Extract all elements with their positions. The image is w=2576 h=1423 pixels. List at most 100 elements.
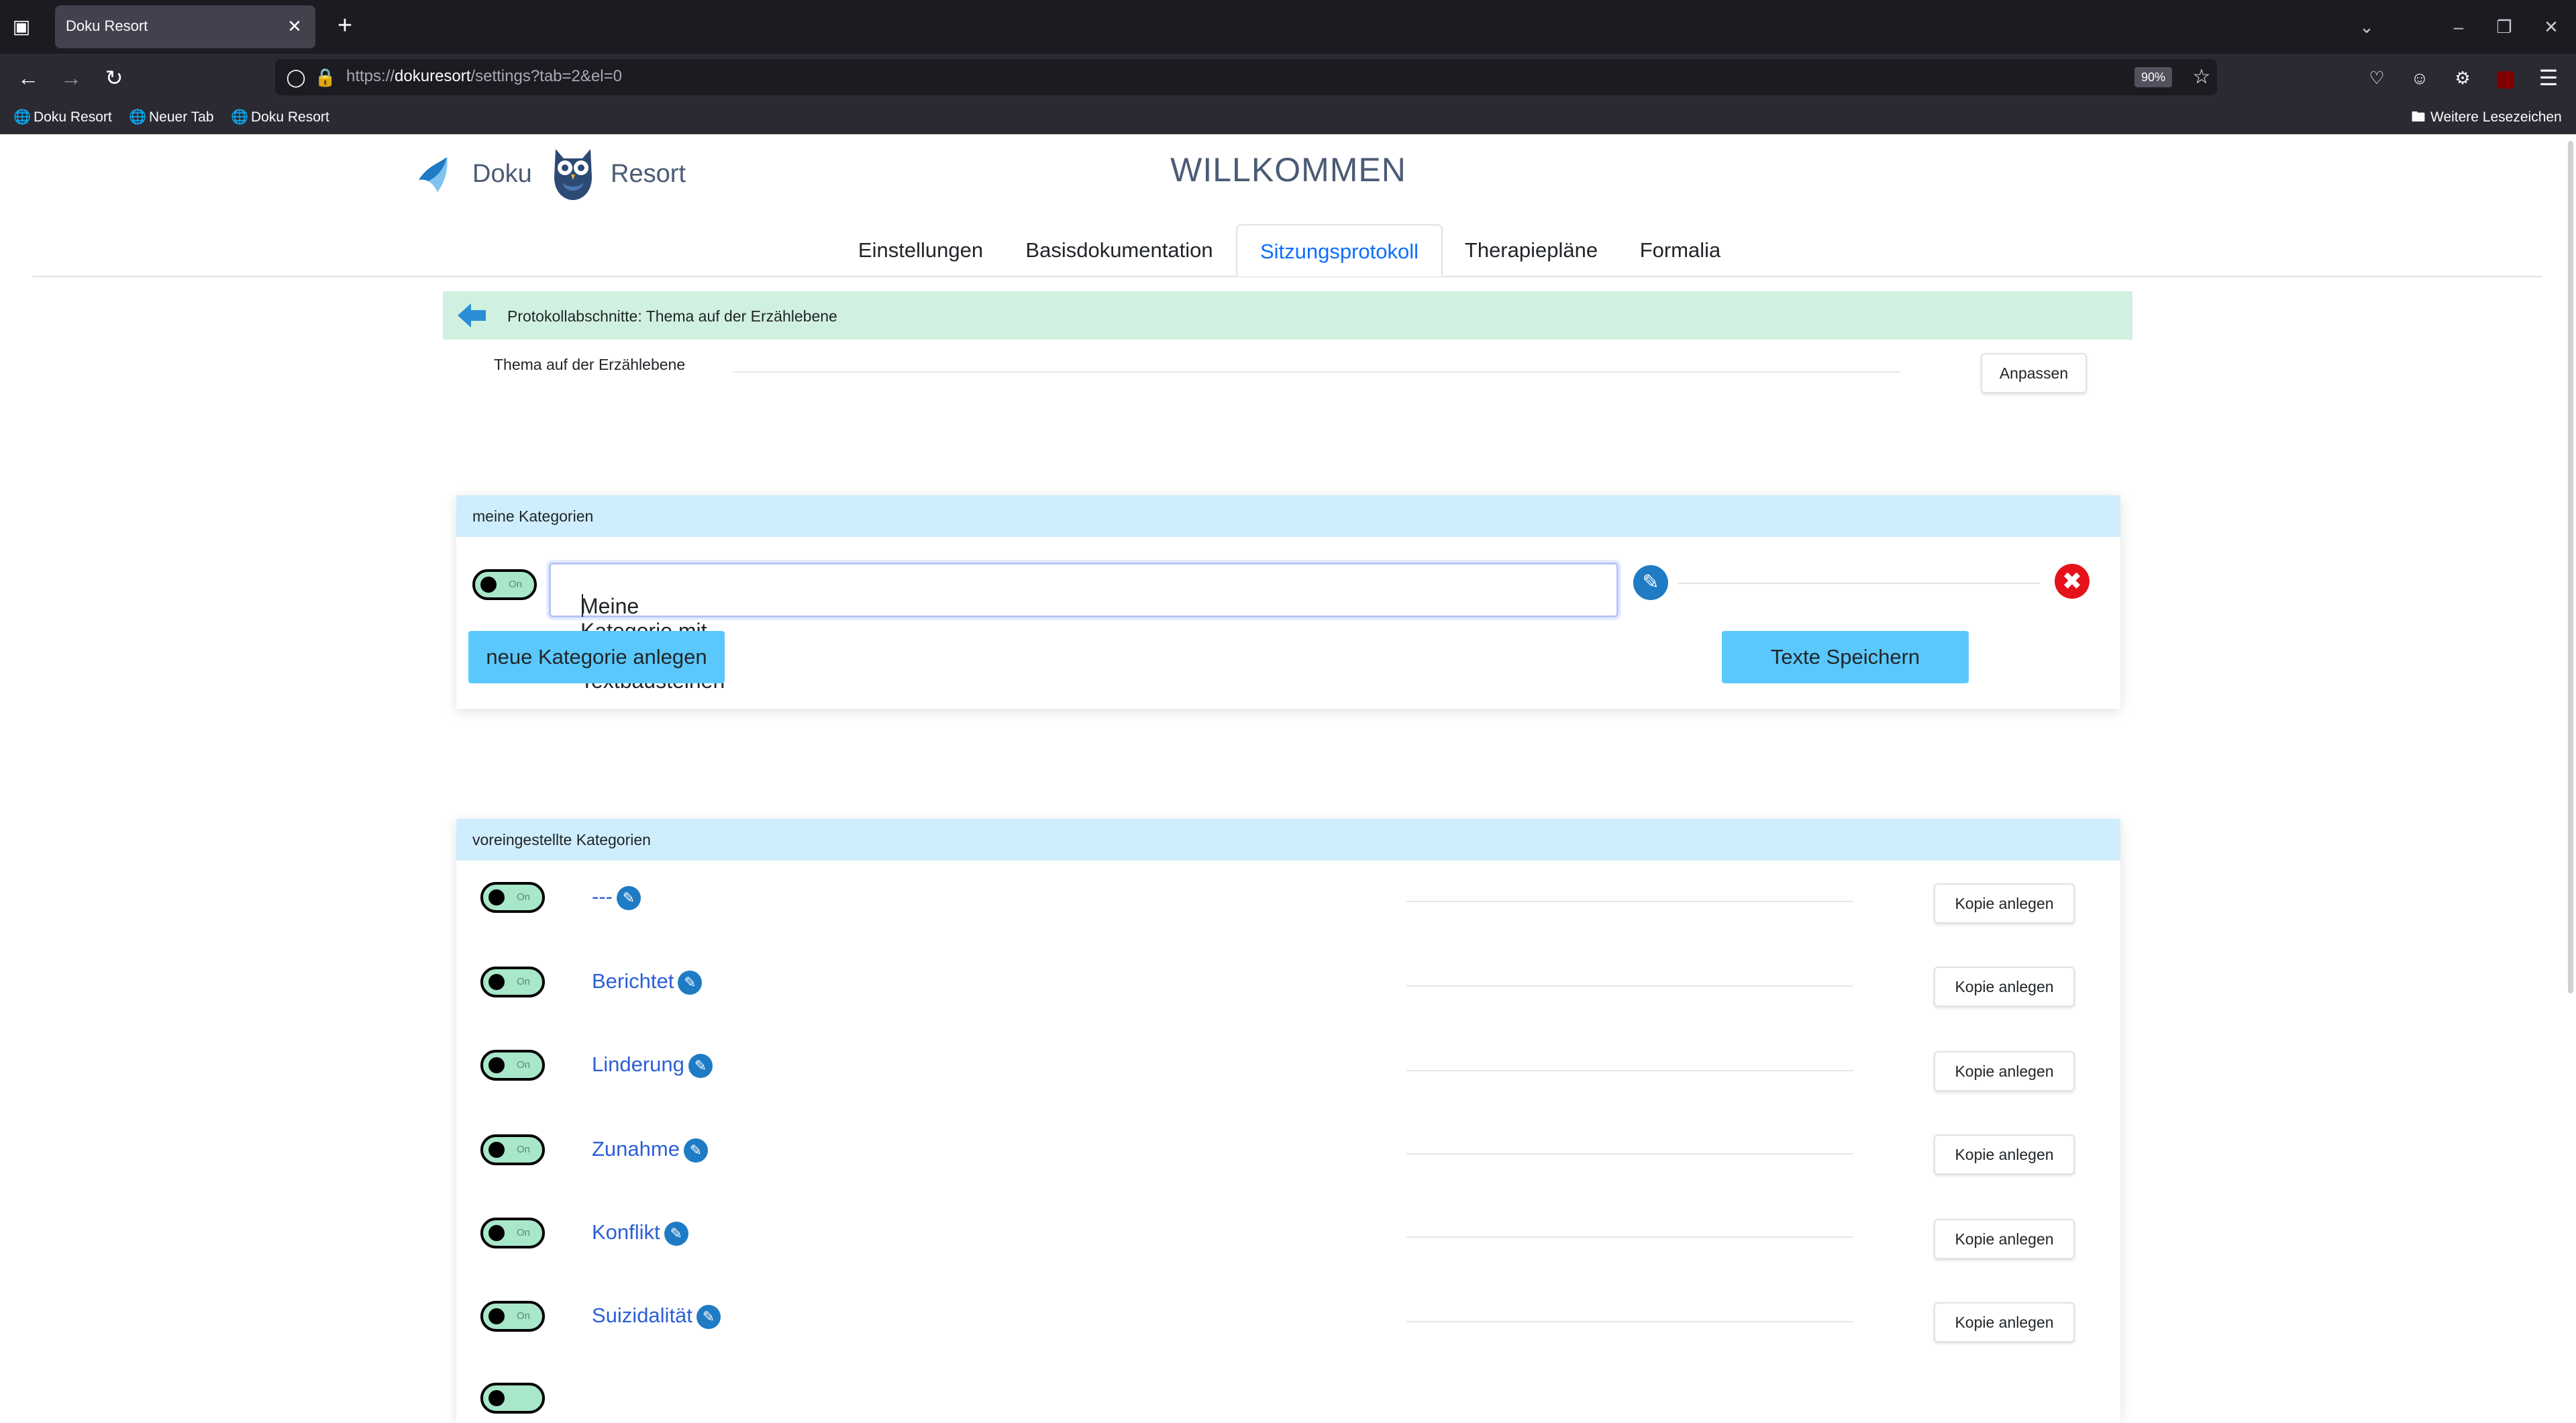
logo-text-left: Doku — [472, 160, 532, 188]
lock-icon[interactable]: 🔒 — [314, 66, 337, 89]
row-divider — [1406, 901, 1853, 902]
globe-icon: 🌐 — [231, 109, 249, 125]
pocket-icon[interactable]: ♡ — [2362, 63, 2391, 93]
edit-icon[interactable]: ✎ — [664, 1221, 688, 1246]
browser-tab-bar: ▣ Doku Resort ✕ + ⌄ – ❐ ✕ — [0, 0, 2576, 54]
bookmark-item[interactable]: 🌐 Doku Resort — [13, 109, 112, 126]
row-divider — [1406, 1321, 1853, 1322]
url-path: /settings?tab=2&el=0 — [470, 67, 622, 85]
new-tab-icon[interactable]: + — [331, 12, 358, 39]
tab-sitzungsprotokoll[interactable]: Sitzungsprotokoll — [1236, 224, 1443, 277]
preset-categories-header: voreingestellte Kategorien — [456, 819, 2120, 861]
row-divider — [1406, 1070, 1853, 1071]
restore-icon[interactable]: ❐ — [2489, 12, 2519, 42]
my-category-toggle[interactable]: On — [472, 569, 537, 600]
logo-wave-icon — [419, 157, 448, 192]
edit-icon[interactable]: ✎ — [683, 1138, 708, 1163]
tab-basisdokumentation[interactable]: Basisdokumentation — [1013, 224, 1225, 277]
ublock-icon[interactable] — [2491, 63, 2520, 93]
browser-tab[interactable]: Doku Resort ✕ — [55, 5, 315, 48]
globe-icon: 🌐 — [13, 109, 32, 125]
copy-button[interactable]: Kopie anlegen — [1934, 1051, 2075, 1091]
browser-nav-bar: ← → ↻ ◯ 🔒 https://dokuresort/settings?ta… — [0, 54, 2576, 101]
edit-icon[interactable]: ✎ — [696, 1304, 721, 1329]
new-category-button[interactable]: neue Kategorie anlegen — [468, 631, 725, 683]
page-scrollbar[interactable] — [2568, 141, 2573, 993]
copy-button[interactable]: Kopie anlegen — [1934, 1134, 2075, 1175]
my-categories-title: meine Kategorien — [472, 507, 594, 525]
url-text[interactable]: https://dokuresort/settings?tab=2&el=0 — [346, 67, 622, 86]
toggle-label: On — [509, 579, 523, 590]
topic-label: Thema auf der Erzählebene — [494, 356, 686, 373]
preset-category-link[interactable]: Zunahme ✎ — [592, 1137, 708, 1163]
my-categories-header: meine Kategorien — [456, 495, 2120, 537]
copy-button[interactable]: Kopie anlegen — [1934, 1302, 2075, 1342]
tab-list-icon[interactable]: ▣ — [9, 15, 34, 39]
preset-category-link[interactable]: Suizidalität ✎ — [592, 1304, 721, 1329]
globe-icon: 🌐 — [129, 109, 147, 125]
row-divider — [1406, 1236, 1853, 1238]
preset-toggle[interactable]: On — [480, 1134, 545, 1165]
topic-divider — [733, 371, 1900, 373]
delete-icon[interactable]: ✖ — [2055, 564, 2090, 599]
preset-category-link[interactable]: Konflikt ✎ — [592, 1220, 688, 1246]
address-bar[interactable]: ◯ 🔒 https://dokuresort/settings?tab=2&el… — [275, 59, 2217, 95]
tab-einstellungen[interactable]: Einstellungen — [840, 224, 1001, 277]
preset-toggle[interactable] — [480, 1383, 545, 1414]
row-divider — [1406, 985, 1853, 987]
minimize-icon[interactable]: – — [2444, 12, 2473, 42]
browser-tab-title: Doku Resort — [66, 17, 148, 34]
menu-icon[interactable]: ☰ — [2534, 63, 2563, 93]
adjust-button[interactable]: Anpassen — [1981, 353, 2087, 393]
preset-toggle[interactable]: On — [480, 882, 545, 913]
preset-category-link[interactable]: Linderung ✎ — [592, 1052, 713, 1078]
preset-category-link[interactable]: Berichtet ✎ — [592, 969, 703, 995]
tab-therapieplaene[interactable]: Therapiepläne — [1453, 224, 1609, 277]
save-texts-button[interactable]: Texte Speichern — [1722, 631, 1969, 683]
copy-button[interactable]: Kopie anlegen — [1934, 1219, 2075, 1259]
bookmark-item[interactable]: 🌐 Neuer Tab — [129, 109, 214, 126]
toggle-knob — [480, 577, 497, 593]
page-title: WILLKOMMEN — [1170, 151, 1406, 189]
folder-icon: 🖿 — [2411, 109, 2426, 125]
category-name-input[interactable]: Meine Kategorie mit meinen Textbausteine… — [549, 562, 1618, 693]
category-divider — [1678, 583, 2040, 584]
extensions-icon[interactable]: ⚙ — [2448, 63, 2477, 93]
bookmarks-bar: 🌐 Doku Resort 🌐 Neuer Tab 🌐 Doku Resort 🖿 We… — [0, 101, 2576, 134]
forward-icon[interactable]: → — [56, 63, 86, 93]
logo-text-right: Resort — [611, 160, 686, 188]
close-tab-icon[interactable]: ✕ — [283, 15, 306, 38]
reload-icon[interactable]: ↻ — [99, 63, 129, 93]
edit-icon[interactable]: ✎ — [688, 1053, 713, 1078]
copy-button[interactable]: Kopie anlegen — [1934, 967, 2075, 1007]
preset-toggle[interactable]: On — [480, 1218, 545, 1248]
other-bookmarks[interactable]: 🖿 Weitere Lesezeichen — [2410, 109, 2562, 126]
row-divider — [1406, 1153, 1853, 1155]
tab-formalia[interactable]: Formalia — [1627, 224, 1734, 277]
url-host: dokuresort — [395, 67, 471, 85]
url-prefix: https:// — [346, 67, 395, 85]
tab-overflow-chevron-icon[interactable]: ⌄ — [2352, 12, 2381, 42]
preset-toggle[interactable]: On — [480, 967, 545, 997]
account-icon[interactable]: ☺ — [2405, 63, 2434, 93]
text-caret — [582, 594, 583, 617]
section-header: Protokollabschnitte: Thema auf der Erzäh… — [443, 291, 2132, 340]
preset-categories-title: voreingestellte Kategorien — [472, 831, 651, 848]
zoom-level-badge[interactable]: 90% — [2134, 67, 2173, 87]
copy-button[interactable]: Kopie anlegen — [1934, 883, 2075, 924]
bookmark-star-icon[interactable]: ☆ — [2190, 66, 2213, 89]
bookmark-item[interactable]: 🌐 Doku Resort — [231, 109, 329, 126]
back-icon[interactable]: ← — [13, 63, 43, 93]
preset-category-link[interactable]: --- ✎ — [592, 885, 641, 910]
owl-logo-icon — [554, 149, 592, 200]
section-title: Protokollabschnitte: Thema auf der Erzäh… — [507, 307, 837, 325]
preset-toggle[interactable]: On — [480, 1050, 545, 1081]
preset-categories-card: voreingestellte Kategorien — [456, 819, 2120, 1423]
edit-icon[interactable]: ✎ — [1633, 565, 1668, 600]
back-arrow-icon[interactable] — [455, 301, 488, 330]
shield-icon[interactable]: ◯ — [285, 66, 307, 89]
close-window-icon[interactable]: ✕ — [2536, 12, 2566, 42]
preset-toggle[interactable]: On — [480, 1301, 545, 1332]
edit-icon[interactable]: ✎ — [616, 885, 641, 910]
edit-icon[interactable]: ✎ — [678, 970, 703, 995]
